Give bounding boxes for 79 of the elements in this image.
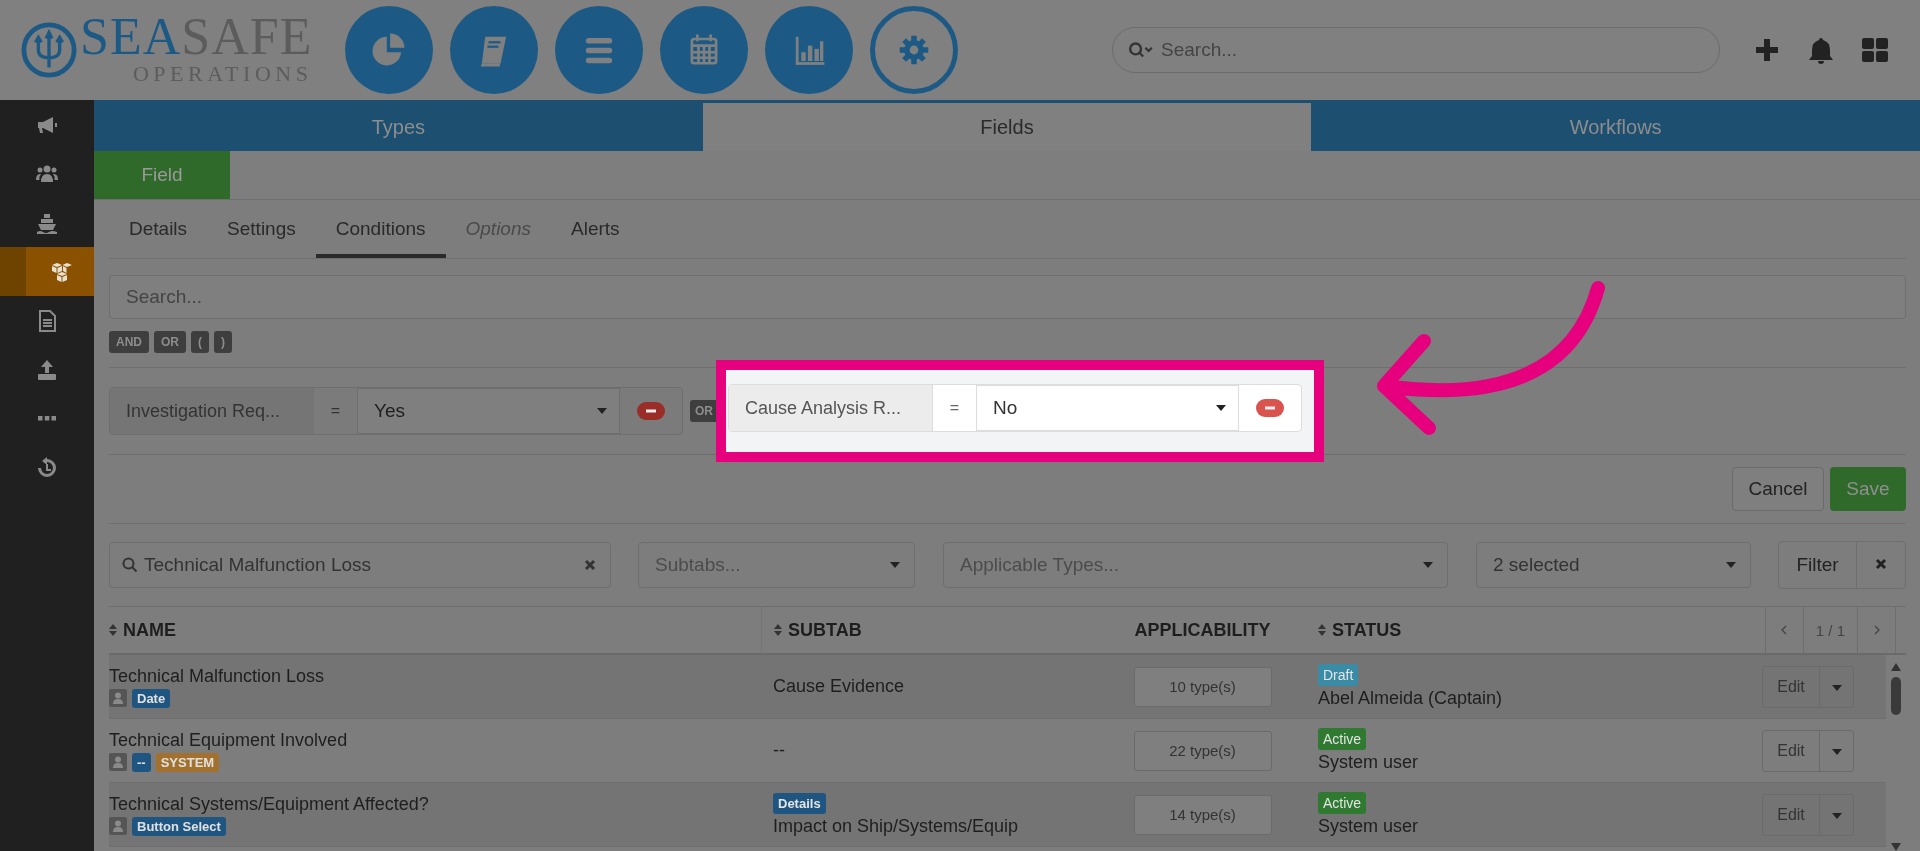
type-tag: Button Select — [132, 816, 226, 836]
type-tag: SYSTEM — [155, 752, 220, 772]
subtab-name: Impact on Ship/Systems/Equip — [773, 815, 1020, 837]
dots-icon — [38, 416, 56, 421]
caret-icon — [1831, 749, 1842, 755]
subtab[interactable]: Alerts — [551, 218, 640, 258]
sort-icon — [774, 624, 782, 636]
user-icon — [109, 817, 127, 835]
field-name: Technical Malfunction Loss — [109, 665, 326, 687]
field-name: Technical Systems/Equipment Affected? — [109, 793, 430, 815]
sort-icon — [1318, 624, 1326, 636]
subtab-name: Cause Evidence — [773, 676, 906, 697]
status-user: Abel Almeida (Captain) — [1318, 688, 1504, 709]
caret-icon — [890, 562, 900, 568]
subtab-tag: Details — [773, 792, 826, 814]
caret-icon — [1726, 562, 1736, 568]
status-tag: Draft — [1318, 664, 1359, 686]
value-dropdown[interactable]: Yes — [357, 388, 620, 434]
operator-button[interactable]: AND — [109, 331, 149, 353]
sort-icon — [109, 624, 117, 636]
scroll-down-icon[interactable] — [1891, 843, 1901, 851]
condition-field-label: Investigation Req... — [110, 388, 314, 434]
search-field[interactable]: Search... — [1112, 27, 1720, 73]
status-tag: Active — [1318, 728, 1367, 750]
minus-icon — [637, 402, 665, 420]
column-header[interactable]: STATUS — [1318, 619, 1402, 641]
field-name: Technical Equipment Involved — [109, 729, 349, 751]
condition-search-field[interactable]: Search... — [109, 275, 1906, 319]
operator-button[interactable]: ( — [191, 331, 209, 353]
save-button[interactable]: Save — [1830, 467, 1906, 511]
operator-button[interactable]: ) — [214, 331, 232, 353]
clear-icon[interactable] — [584, 559, 596, 571]
section-tab[interactable]: Field — [94, 151, 230, 199]
type-tag: -- — [132, 752, 151, 772]
subtab[interactable]: Settings — [207, 218, 316, 258]
caret-icon — [1831, 813, 1842, 819]
user-icon — [109, 753, 127, 771]
caret-icon — [1423, 562, 1433, 568]
subtab[interactable]: Conditions — [315, 218, 446, 258]
page-indicator: 1 / 1 — [1814, 620, 1846, 641]
notification-bell-icon[interactable] — [1806, 35, 1836, 65]
status-dropdown[interactable]: 2 selected — [1476, 542, 1751, 588]
column-header[interactable]: SUBTAB — [774, 619, 862, 641]
subtab[interactable]: Details — [109, 218, 208, 258]
applicability-button[interactable]: 14 type(s) — [1133, 794, 1272, 835]
scrollbar-thumb[interactable] — [1891, 677, 1901, 715]
tab[interactable]: Fields — [702, 103, 1312, 151]
chevron-left-icon — [1781, 624, 1788, 635]
history-icon — [35, 455, 59, 480]
operator-button[interactable]: OR — [154, 331, 186, 353]
sidebar-boxes-item[interactable] — [0, 247, 94, 296]
scroll-up-icon[interactable] — [1891, 663, 1901, 671]
search-icon — [122, 557, 138, 573]
caret-icon — [1831, 685, 1842, 691]
value-dropdown[interactable]: No — [976, 385, 1239, 431]
applicability-button[interactable]: 22 type(s) — [1133, 730, 1272, 771]
trident-logo-icon — [20, 21, 78, 79]
status-user: System user — [1318, 752, 1420, 773]
subtab-name: -- — [773, 740, 786, 761]
status-user: System user — [1318, 816, 1420, 837]
condition-field-label: Cause Analysis R... — [729, 385, 933, 431]
cancel-button[interactable]: Cancel — [1732, 467, 1824, 511]
minus-icon — [1256, 399, 1284, 417]
condition-operator: = — [329, 401, 342, 421]
condition-operator: = — [948, 398, 961, 418]
chevron-right-icon — [1873, 624, 1880, 635]
type-tag: Date — [132, 688, 171, 708]
caret-icon — [597, 408, 607, 414]
search-icon[interactable] — [1128, 41, 1154, 59]
connector-label: OR — [690, 400, 718, 422]
status-tag: Active — [1318, 792, 1367, 814]
apps-grid-icon[interactable] — [1860, 35, 1890, 65]
column-header[interactable]: NAME — [109, 619, 176, 641]
close-icon — [1875, 557, 1887, 570]
name-search-field[interactable]: Technical Malfunction Loss — [109, 542, 611, 588]
applicability-button[interactable]: 10 type(s) — [1133, 666, 1272, 707]
column-header[interactable]: APPLICABILITY — [1134, 619, 1271, 641]
user-icon — [109, 689, 127, 707]
caret-icon — [1216, 405, 1226, 411]
